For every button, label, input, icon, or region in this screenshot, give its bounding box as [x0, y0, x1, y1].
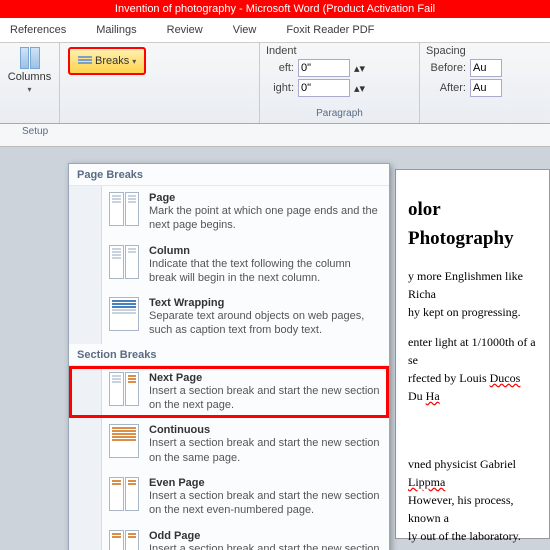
doc-text: y more Englishmen like Richa	[408, 269, 523, 301]
doc-text: Ducos	[490, 371, 521, 385]
doc-text: Ha	[426, 389, 440, 403]
columns-button[interactable]: Columns ▾	[6, 45, 53, 96]
menu-item-desc: Insert a section break and start the new…	[149, 542, 381, 550]
tab-mailings[interactable]: Mailings	[96, 24, 136, 36]
menu-item-title: Column	[149, 245, 381, 257]
continuous-icon	[109, 424, 139, 458]
columns-icon	[20, 47, 40, 69]
dropdown-section-page-breaks: Page Breaks	[69, 164, 389, 186]
indent-left-label: eft:	[266, 62, 294, 74]
stepper-icon[interactable]: ▴▾	[354, 82, 365, 95]
next-page-icon	[109, 372, 139, 406]
breaks-dropdown: Page Breaks PageMark the point at which …	[68, 163, 390, 550]
indent-heading: Indent	[266, 45, 413, 57]
text-wrap-icon	[109, 297, 139, 331]
dropdown-section-section-breaks: Section Breaks	[69, 344, 389, 366]
indent-right-input[interactable]	[298, 79, 350, 97]
doc-text: ly out of the laboratory.	[408, 529, 521, 543]
doc-text: enter light at 1/1000th of a se	[408, 335, 536, 367]
document-page[interactable]: olor Photography y more Englishmen like …	[395, 169, 550, 539]
doc-text: rfected by Louis	[408, 371, 490, 385]
tab-foxit[interactable]: Foxit Reader PDF	[286, 24, 374, 36]
page-break-icon	[109, 192, 139, 226]
menu-item-text-wrapping[interactable]: Text WrappingSeparate text around object…	[69, 291, 389, 344]
doc-text: vned physicist Gabriel	[408, 457, 516, 471]
stepper-icon[interactable]: ▴▾	[354, 62, 365, 75]
menu-item-even-page[interactable]: Even PageInsert a section break and star…	[69, 471, 389, 524]
spacing-before-input[interactable]	[470, 59, 502, 77]
menu-item-desc: Insert a section break and start the new…	[149, 436, 381, 465]
spacing-heading: Spacing	[426, 45, 514, 57]
menu-item-title: Even Page	[149, 477, 381, 489]
menu-item-column[interactable]: ColumnIndicate that the text following t…	[69, 239, 389, 292]
even-page-icon	[109, 477, 139, 511]
menu-item-title: Odd Page	[149, 530, 381, 542]
document-area: olor Photography y more Englishmen like …	[0, 147, 550, 550]
menu-item-desc: Mark the point at which one page ends an…	[149, 204, 381, 233]
menu-item-title: Next Page	[149, 372, 381, 384]
doc-text: However, his process, known a	[408, 493, 514, 525]
tab-view[interactable]: View	[233, 24, 257, 36]
doc-text: hy kept on progressing.	[408, 305, 521, 319]
page-setup-group-label: Setup	[0, 124, 550, 147]
tab-review[interactable]: Review	[167, 24, 203, 36]
ribbon-tabs: References Mailings Review View Foxit Re…	[0, 18, 550, 43]
menu-item-desc: Insert a section break and start the new…	[149, 489, 381, 518]
menu-item-desc: Indicate that the text following the col…	[149, 257, 381, 286]
menu-item-title: Page	[149, 192, 381, 204]
paragraph-group-label: Paragraph	[266, 108, 413, 121]
chevron-down-icon: ▾	[132, 57, 136, 66]
doc-heading: olor Photography	[408, 196, 537, 253]
indent-right-label: ight:	[266, 82, 294, 94]
menu-item-desc: Insert a section break and start the new…	[149, 384, 381, 413]
breaks-button[interactable]: Breaks ▾	[68, 47, 146, 75]
odd-page-icon	[109, 530, 139, 550]
breaks-icon	[78, 56, 92, 66]
menu-item-continuous[interactable]: ContinuousInsert a section break and sta…	[69, 418, 389, 471]
title-bar: Invention of photography - Microsoft Wor…	[0, 0, 550, 18]
chevron-down-icon: ▾	[27, 85, 31, 94]
tab-references[interactable]: References	[10, 24, 66, 36]
ribbon: Columns ▾ Breaks ▾ Indent eft: ▴▾ ight:	[0, 43, 550, 124]
menu-item-page[interactable]: PageMark the point at which one page end…	[69, 186, 389, 239]
spacing-before-label: Before:	[426, 62, 466, 74]
spacing-after-label: After:	[426, 82, 466, 94]
menu-item-desc: Separate text around objects on web page…	[149, 309, 381, 338]
doc-text: Du	[408, 389, 426, 403]
breaks-label: Breaks	[95, 55, 129, 67]
menu-item-title: Text Wrapping	[149, 297, 381, 309]
indent-left-input[interactable]	[298, 59, 350, 77]
menu-item-odd-page[interactable]: Odd PageInsert a section break and start…	[69, 524, 389, 550]
doc-text: Lippma	[408, 475, 445, 489]
columns-label: Columns	[8, 71, 51, 83]
menu-item-next-page[interactable]: Next PageInsert a section break and star…	[69, 366, 389, 419]
spacing-after-input[interactable]	[470, 79, 502, 97]
menu-item-title: Continuous	[149, 424, 381, 436]
column-break-icon	[109, 245, 139, 279]
